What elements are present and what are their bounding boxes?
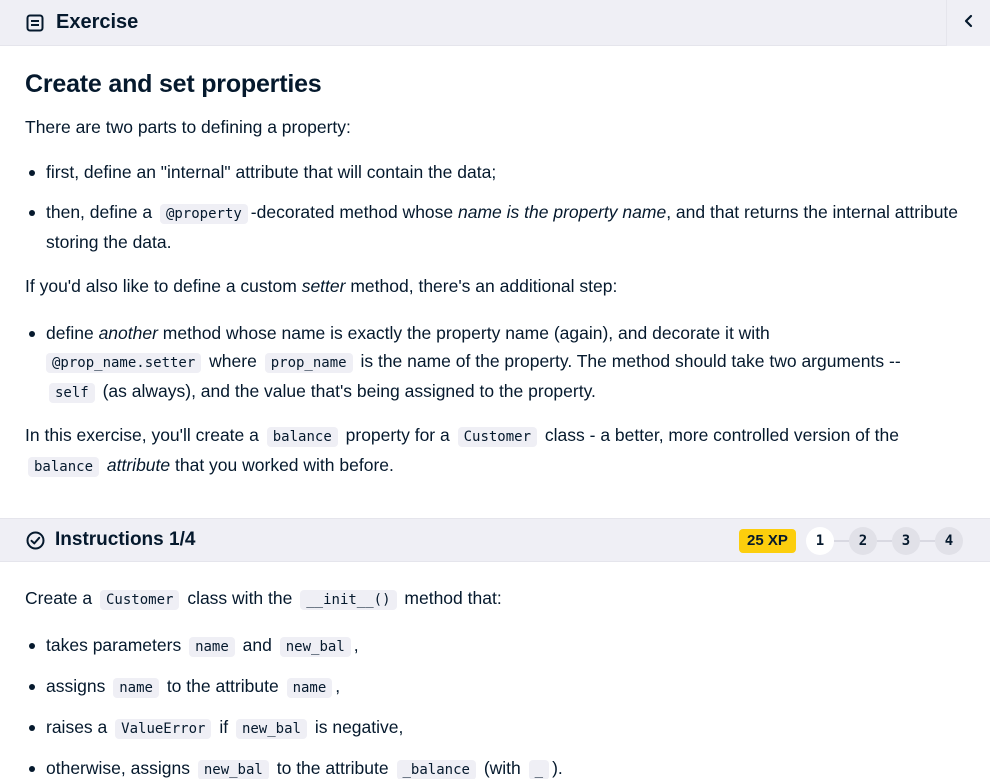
inline-code: new_bal [197, 760, 269, 779]
instructions-title: Instructions 1/4 [55, 529, 196, 550]
list-item: assigns name to the attribute name, [25, 672, 965, 702]
setter-steps-list: define another method whose name is exac… [25, 319, 925, 407]
exercise-header-title: Exercise [56, 11, 139, 33]
exercise-content: Create and set properties There are two … [25, 68, 965, 477]
list-item: raises a ValueError if new_bal is negati… [25, 713, 965, 743]
chevron-left-icon [962, 14, 976, 33]
inline-code: balance [266, 427, 338, 447]
step-connector [920, 540, 935, 542]
inline-code: new_bal [235, 719, 307, 739]
document-icon [24, 12, 46, 34]
check-circle-icon [24, 529, 46, 551]
inline-code: name [113, 678, 159, 698]
property-steps-list: first, define an "internal" attribute th… [25, 158, 965, 256]
inline-code: name [286, 678, 333, 698]
step-3-button[interactable]: 3 [892, 527, 920, 555]
list-item: define another method whose name is exac… [25, 319, 925, 407]
inline-code: prop_name [264, 353, 353, 373]
list-item: then, define a @property -decorated metho… [25, 198, 965, 256]
inline-code: new_bal [279, 637, 351, 657]
inline-code: @prop_name.setter [46, 353, 202, 373]
step-connector [877, 540, 892, 542]
inline-code: ValueError [115, 719, 212, 739]
inline-code: @property [159, 204, 248, 224]
inline-code: self [49, 383, 95, 403]
instructions-intro: Create a Customer class with the __init_… [25, 588, 502, 610]
list-item: takes parameters name and new_bal, [25, 631, 965, 661]
exercise-title: Create and set properties [25, 70, 322, 98]
exercise-intro: There are two parts to defining a proper… [25, 117, 351, 137]
instructions-content: Create a Customer class with the __init_… [25, 584, 965, 779]
exercise-paragraph: If you'd also like to define a custom se… [25, 276, 618, 296]
inline-code: balance [28, 457, 100, 477]
inline-code: Customer [457, 427, 538, 447]
inline-code: _ [528, 760, 550, 779]
exercise-header: Exercise [0, 0, 990, 46]
step-4-button[interactable]: 4 [935, 527, 963, 555]
xp-badge: 25 XP [739, 529, 796, 553]
step-navigator: 1 2 3 4 [806, 527, 963, 555]
collapse-panel-button[interactable] [946, 0, 990, 46]
inline-code: Customer [100, 590, 180, 610]
step-1-button[interactable]: 1 [806, 527, 834, 555]
exercise-paragraph: In this exercise, you'll create a balanc… [25, 425, 899, 477]
instructions-header: Instructions 1/4 25 XP 1 2 3 4 [0, 518, 990, 562]
list-item: otherwise, assigns new_bal to the attrib… [25, 754, 965, 779]
instructions-list: takes parameters name and new_bal, assig… [25, 631, 965, 779]
inline-code: _balance [396, 760, 476, 779]
step-connector [834, 540, 849, 542]
list-item: first, define an "internal" attribute th… [25, 158, 965, 186]
inline-code: __init__() [300, 590, 397, 610]
inline-code: name [189, 637, 235, 657]
step-2-button[interactable]: 2 [849, 527, 877, 555]
